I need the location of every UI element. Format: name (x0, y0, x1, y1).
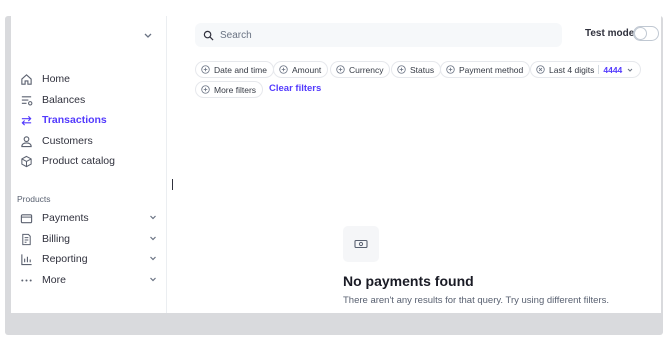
sidebar-item-more[interactable]: More (19, 270, 159, 290)
customer-icon (19, 134, 33, 148)
filter-chip-label: Currency (349, 64, 384, 75)
filter-chip-amount[interactable]: Amount (273, 61, 329, 78)
billing-icon (19, 232, 33, 246)
sidebar-item-label: Reporting (42, 253, 88, 265)
product-icon (19, 154, 33, 168)
search-input[interactable]: Search (195, 23, 562, 47)
filter-chip-currency[interactable]: Currency (330, 61, 391, 78)
sidebar-item-label: More (42, 274, 66, 286)
empty-state-title: No payments found (343, 273, 474, 289)
chip-separator (598, 65, 600, 74)
filter-chip-status[interactable]: Status (391, 61, 442, 78)
plus-circle-icon (446, 65, 455, 74)
test-mode-toggle[interactable] (633, 26, 659, 41)
sidebar-item-label: Payments (42, 212, 89, 224)
sidebar-item-payments[interactable]: Payments (19, 208, 159, 228)
chevron-down-icon (150, 256, 156, 261)
banknote-icon (354, 239, 368, 249)
more-filters-button[interactable]: More filters (195, 81, 264, 98)
balances-icon (19, 93, 33, 107)
filter-chip-date-and-time[interactable]: Date and time (195, 61, 274, 78)
chevron-down-icon (150, 215, 156, 220)
app-window: Home Balances Transactions Customers Pro… (11, 16, 661, 313)
empty-state-icon (343, 226, 379, 262)
sidebar-item-label: Product catalog (42, 155, 115, 167)
plus-circle-icon (201, 65, 210, 74)
filter-chip-last-4-digits[interactable]: Last 4 digits 4444 (530, 61, 642, 78)
filter-chip-label: Date and time (214, 64, 267, 75)
sidebar-item-home[interactable]: Home (19, 69, 159, 89)
filter-chip-label: Last 4 digits (549, 64, 595, 75)
sidebar-item-label: Customers (42, 135, 93, 147)
sidebar-item-label: Home (42, 73, 71, 85)
home-icon (19, 72, 33, 86)
toggle-knob (635, 28, 646, 39)
text-cursor (172, 179, 173, 190)
plus-circle-icon (201, 85, 210, 94)
sidebar-item-billing[interactable]: Billing (19, 229, 159, 249)
sidebar-item-balances[interactable]: Balances (19, 90, 159, 110)
filter-chip-value: 4444 (603, 64, 623, 75)
clear-filters-link[interactable]: Clear filters (269, 83, 321, 94)
filter-chip-label: Amount (292, 64, 322, 75)
plus-circle-icon (397, 65, 406, 74)
filter-chip-payment-method[interactable]: Payment method (440, 61, 531, 78)
payments-icon (19, 211, 33, 225)
sidebar-item-reporting[interactable]: Reporting (19, 249, 159, 269)
sidebar-item-label: Transactions (42, 114, 107, 126)
plus-circle-icon (336, 65, 345, 74)
section-label-products: Products (17, 194, 51, 204)
search-placeholder: Search (220, 29, 252, 41)
chevron-down-icon (627, 68, 633, 72)
sidebar-item-label: Billing (42, 233, 71, 245)
chevron-down-icon (150, 277, 156, 282)
filter-chip-label: Payment method (459, 64, 524, 75)
reporting-icon (19, 252, 33, 266)
search-icon (203, 30, 214, 41)
sidebar-item-product-catalog[interactable]: Product catalog (19, 151, 159, 171)
remove-filter-icon[interactable] (536, 65, 545, 74)
test-mode-label: Test mode (585, 28, 635, 39)
account-switcher-chevron-icon[interactable] (141, 28, 155, 42)
chevron-down-icon (150, 236, 156, 241)
filter-chip-label: Status (410, 64, 435, 75)
sidebar: Home Balances Transactions Customers Pro… (11, 16, 167, 313)
main-content: Search Test mode Date and time Amount Cu… (167, 16, 661, 313)
more-filters-label: More filters (214, 84, 257, 95)
sidebar-item-transactions[interactable]: Transactions (19, 110, 159, 130)
more-icon (19, 273, 33, 287)
plus-circle-icon (279, 65, 288, 74)
transactions-icon (19, 113, 33, 127)
sidebar-item-customers[interactable]: Customers (19, 131, 159, 151)
sidebar-item-label: Balances (42, 94, 86, 106)
empty-state-subtitle: There aren't any results for that query.… (343, 295, 609, 306)
